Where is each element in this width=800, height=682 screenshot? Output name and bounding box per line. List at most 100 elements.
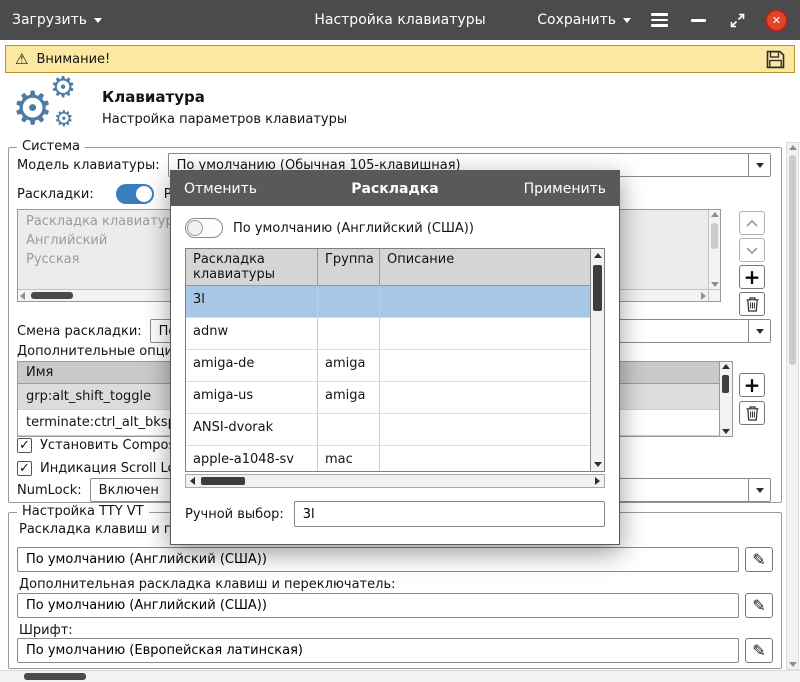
- move-up-button[interactable]: [739, 211, 765, 235]
- chevron-down-icon: [746, 247, 758, 254]
- cell-desc: [380, 414, 590, 445]
- scroll-up-icon: [789, 145, 797, 150]
- scrolllock-checkbox-label: Индикация Scroll Lock: [40, 461, 190, 476]
- edit-tty-layout-button[interactable]: ✎: [745, 547, 773, 572]
- scrollbar-thumb[interactable]: [593, 265, 602, 311]
- scroll-left-icon: [190, 477, 195, 485]
- layouts-list-vscrollbar[interactable]: [708, 210, 720, 289]
- layout-table-hscrollbar[interactable]: [185, 474, 605, 488]
- titlebar: Загрузить Настройка клавиатуры Сохранить…: [0, 0, 800, 40]
- add-layout-button[interactable]: +: [739, 265, 765, 289]
- column-header: Раскладка клавиатуры: [186, 249, 318, 285]
- save-file-icon[interactable]: [766, 50, 785, 69]
- table-row-selected[interactable]: 3l: [186, 286, 590, 318]
- minimize-button[interactable]: [687, 9, 709, 31]
- edit-tty-extra-layout-button[interactable]: ✎: [745, 593, 773, 618]
- dropdown-arrow-button[interactable]: [748, 154, 770, 176]
- warning-icon: ⚠: [15, 52, 28, 67]
- plus-icon: +: [744, 376, 761, 394]
- check-icon: ✓: [19, 462, 30, 475]
- tty-layout-field[interactable]: [17, 547, 739, 572]
- numlock-label: NumLock:: [17, 483, 82, 498]
- manual-select-input[interactable]: [294, 501, 605, 527]
- cell-group: [318, 318, 380, 349]
- cell-layout: amiga-de: [186, 350, 318, 381]
- apply-button[interactable]: Применить: [524, 181, 606, 197]
- layout-table-header: Раскладка клавиатуры Группа Описание: [186, 249, 590, 286]
- cell-desc: [380, 318, 590, 349]
- layout-dialog-header: Отменить Раскладка Применить: [171, 171, 619, 206]
- delete-layout-button[interactable]: [739, 292, 765, 316]
- scrollbar-thumb[interactable]: [24, 673, 86, 680]
- scroll-up-icon: [594, 253, 602, 258]
- chevron-down-icon: [756, 488, 764, 493]
- options-vscrollbar[interactable]: [719, 362, 732, 436]
- scroll-up-icon: [711, 212, 719, 217]
- cancel-button[interactable]: Отменить: [184, 181, 257, 197]
- edit-tty-font-button[interactable]: ✎: [745, 638, 773, 663]
- cell-desc: [380, 446, 590, 471]
- load-menu-button[interactable]: Загрузить: [12, 12, 102, 28]
- pencil-icon: ✎: [752, 641, 765, 660]
- keyboard-settings-icon: ⚙⚙⚙: [12, 77, 84, 137]
- trash-icon: [746, 406, 759, 421]
- scroll-down-icon: [789, 662, 797, 667]
- tty-extra-layout-label: Дополнительная раскладка клавиш и перекл…: [19, 577, 395, 592]
- default-layout-toggle[interactable]: [185, 218, 223, 238]
- scrollbar-thumb[interactable]: [31, 292, 73, 299]
- cell-group: mac: [318, 446, 380, 471]
- layout-table-vscrollbar[interactable]: [590, 249, 604, 471]
- scroll-right-icon: [701, 292, 706, 300]
- window-vscrollbar[interactable]: [786, 142, 799, 670]
- scrolllock-checkbox[interactable]: ✓: [17, 461, 32, 476]
- add-option-button[interactable]: +: [739, 373, 765, 397]
- layouts-label: Раскладки:: [17, 187, 94, 202]
- scrollbar-thumb[interactable]: [722, 375, 729, 393]
- hamburger-menu-button[interactable]: [648, 9, 670, 31]
- window-hscrollbar[interactable]: [0, 670, 800, 682]
- move-down-button[interactable]: [739, 238, 765, 262]
- chevron-down-icon: [756, 163, 764, 168]
- warning-text: Внимание!: [36, 52, 110, 67]
- scroll-left-icon: [20, 292, 25, 300]
- cell-group: [318, 414, 380, 445]
- table-row[interactable]: apple-a1048-sv mac: [186, 446, 590, 471]
- table-row[interactable]: amiga-de amiga: [186, 350, 590, 382]
- table-row[interactable]: amiga-us amiga: [186, 382, 590, 414]
- save-menu-button[interactable]: Сохранить: [537, 12, 631, 28]
- table-row[interactable]: ANSI-dvorak: [186, 414, 590, 446]
- delete-option-button[interactable]: [739, 401, 765, 425]
- plus-icon: +: [744, 268, 761, 286]
- cell-layout: amiga-us: [186, 382, 318, 413]
- expand-button[interactable]: [726, 9, 748, 31]
- scrollbar-corner: [708, 289, 720, 301]
- page-subtitle: Настройка параметров клавиатуры: [102, 112, 347, 127]
- scroll-down-icon: [722, 429, 730, 434]
- layout-switching-label: Смена раскладки:: [17, 324, 142, 339]
- keyboard-model-label: Модель клавиатуры:: [17, 158, 160, 173]
- tty-font-label: Шрифт:: [19, 623, 73, 638]
- cell-group: amiga: [318, 382, 380, 413]
- dropdown-arrow-button[interactable]: [748, 479, 770, 501]
- scroll-right-icon: [595, 477, 600, 485]
- column-header: Описание: [380, 249, 590, 285]
- pencil-icon: ✎: [752, 596, 765, 615]
- layouts-default-toggle[interactable]: [116, 184, 154, 204]
- cell-layout: 3l: [186, 286, 318, 317]
- table-row[interactable]: adnw: [186, 318, 590, 350]
- close-icon: ✕: [772, 14, 781, 27]
- cell-group: [318, 286, 380, 317]
- close-button[interactable]: ✕: [765, 9, 788, 32]
- scrollbar-thumb[interactable]: [201, 477, 245, 485]
- chevron-up-icon: [746, 220, 758, 227]
- tty-extra-layout-field[interactable]: [17, 593, 739, 618]
- warning-bar: ⚠ Внимание!: [5, 45, 795, 73]
- compose-checkbox[interactable]: ✓: [17, 438, 32, 453]
- dropdown-arrow-button[interactable]: [748, 320, 770, 342]
- tty-font-field[interactable]: [17, 638, 739, 663]
- scrollbar-thumb[interactable]: [711, 223, 718, 249]
- load-menu-label: Загрузить: [12, 12, 87, 28]
- toggle-knob: [136, 186, 152, 202]
- scroll-down-icon: [711, 282, 719, 287]
- scrollbar-thumb[interactable]: [789, 155, 796, 365]
